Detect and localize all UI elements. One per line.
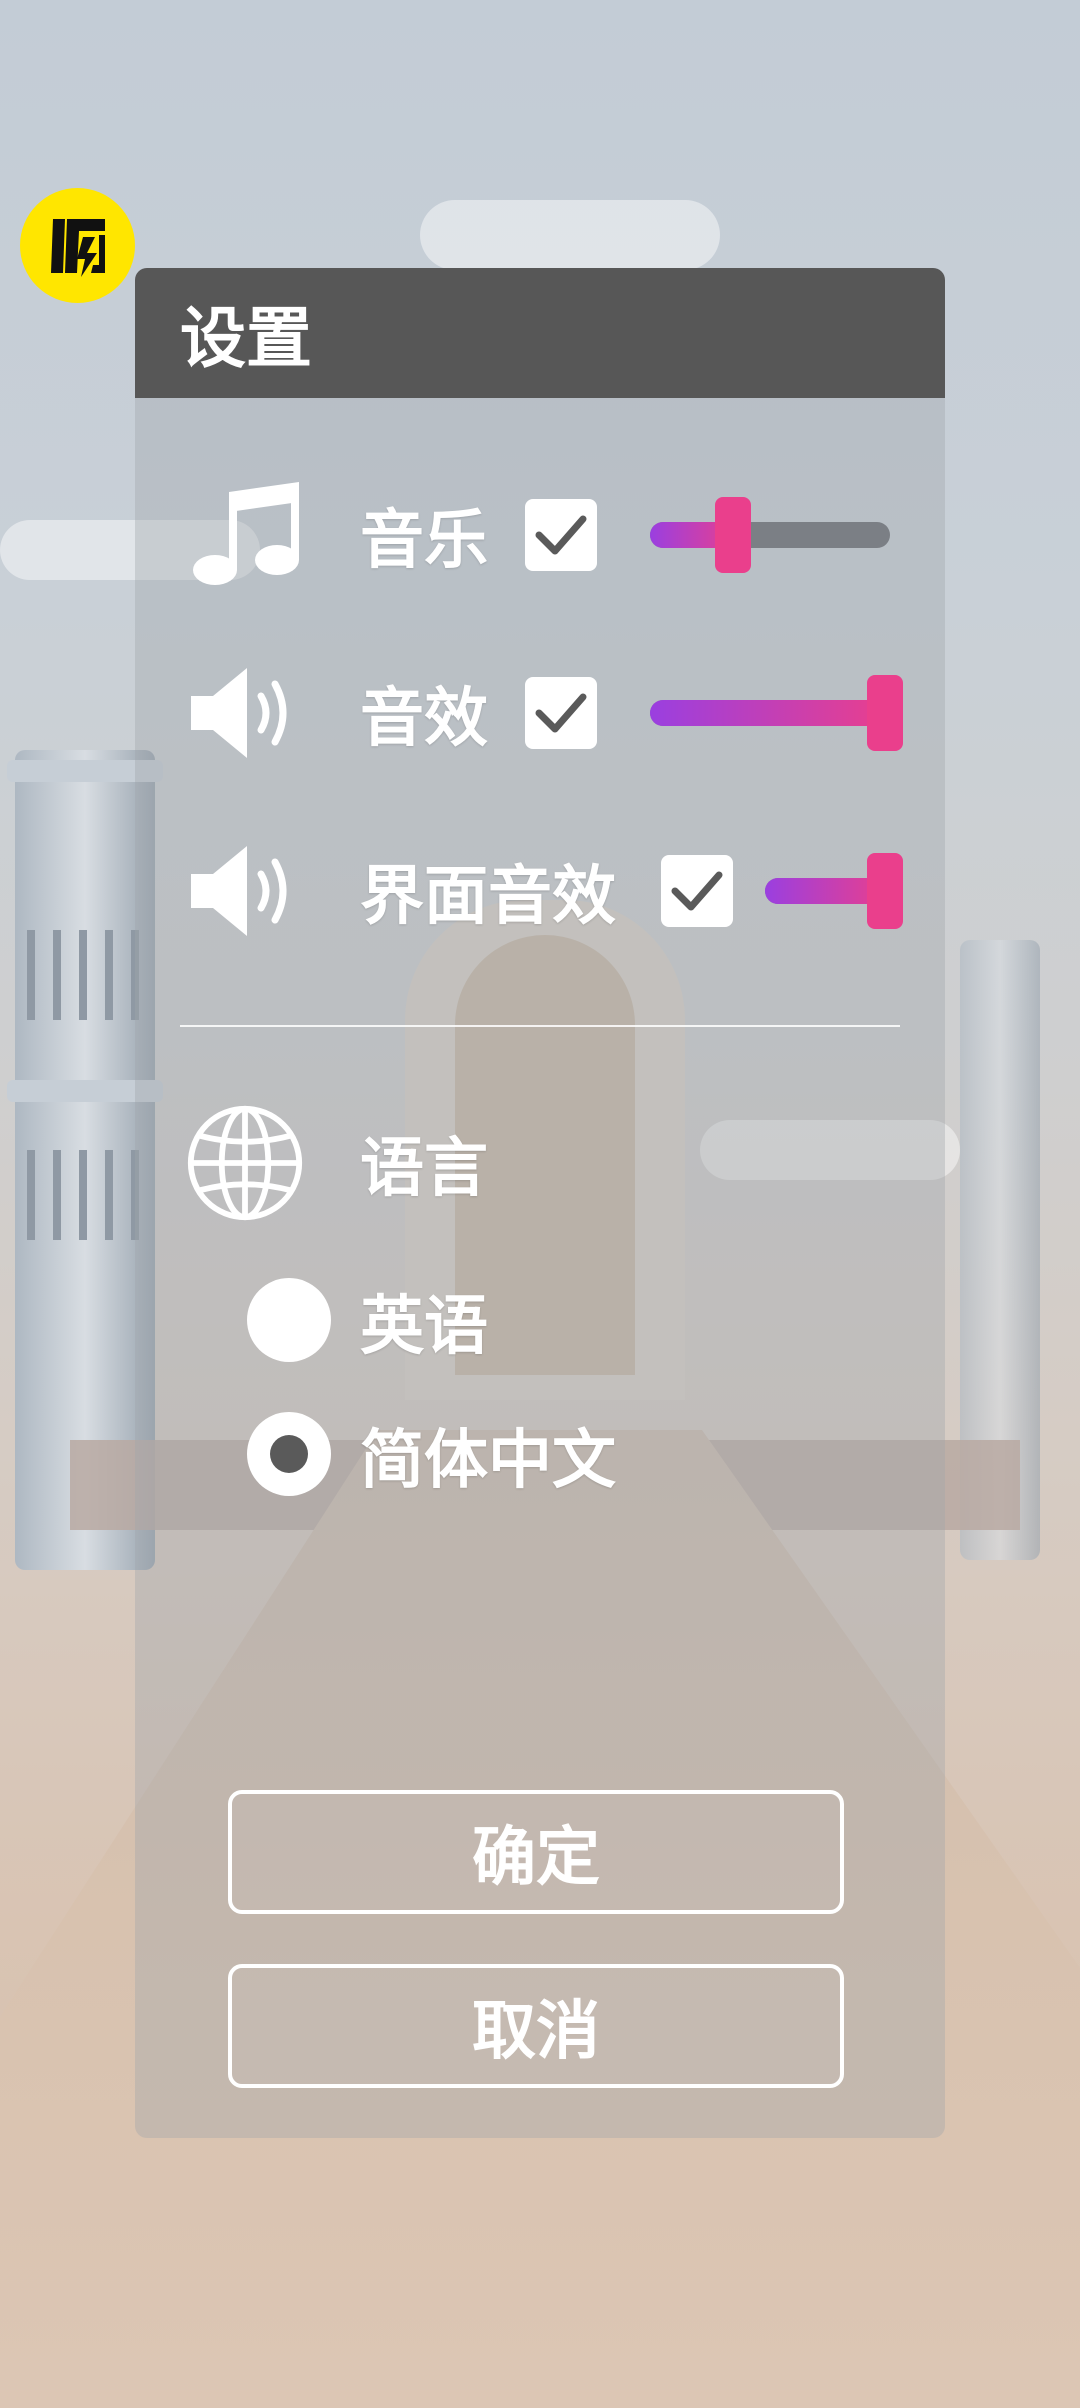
music-volume-thumb[interactable] (715, 497, 751, 573)
sound-effect-label: 音效 (360, 682, 488, 756)
checkmark-icon (535, 515, 587, 555)
sound-effect-volume-thumb[interactable] (867, 675, 903, 751)
flash-logo-icon (50, 218, 105, 277)
ui-sound-effect-row: 界面音效 (135, 836, 945, 946)
settings-panel: 设置 音乐 音效 界面音效 语言 英语 简体中文 确定 取消 (135, 268, 945, 2138)
music-note-icon (185, 480, 305, 590)
radio-selected-dot (270, 1435, 308, 1473)
checkmark-icon (671, 871, 723, 911)
ui-sound-effect-volume-thumb[interactable] (867, 853, 903, 929)
checkmark-icon (535, 693, 587, 733)
music-checkbox[interactable] (525, 499, 597, 571)
sound-effect-checkbox[interactable] (525, 677, 597, 749)
music-row: 音乐 (135, 480, 945, 590)
globe-icon (185, 1098, 305, 1228)
confirm-button[interactable]: 确定 (228, 1790, 844, 1914)
section-divider (180, 1025, 900, 1027)
simplified-chinese-radio[interactable] (247, 1412, 331, 1496)
music-volume-slider[interactable] (650, 522, 890, 548)
language-option-english[interactable]: 英语 (135, 1266, 945, 1376)
english-radio[interactable] (247, 1278, 331, 1362)
ui-sound-effect-checkbox[interactable] (661, 855, 733, 927)
sound-effect-row: 音效 (135, 658, 945, 768)
cancel-button[interactable]: 取消 (228, 1964, 844, 2088)
settings-header: 设置 (135, 268, 945, 398)
simplified-chinese-label: 简体中文 (360, 1424, 616, 1498)
speaker-icon (185, 658, 305, 768)
language-row: 语言 (135, 1098, 945, 1228)
sound-effect-volume-slider[interactable] (650, 700, 890, 726)
app-logo (20, 188, 135, 303)
music-label: 音乐 (360, 504, 488, 578)
language-label: 语言 (360, 1132, 488, 1206)
ui-sound-effect-label: 界面音效 (360, 860, 616, 934)
language-option-simplified-chinese[interactable]: 简体中文 (135, 1400, 945, 1510)
settings-title: 设置 (180, 300, 312, 377)
english-label: 英语 (360, 1290, 488, 1364)
speaker-icon (185, 836, 305, 946)
